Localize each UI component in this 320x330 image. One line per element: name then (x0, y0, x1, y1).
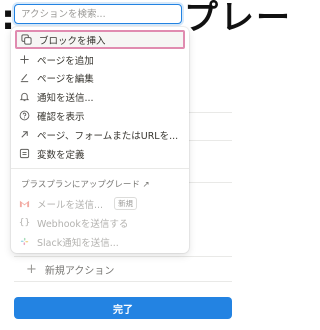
menu-item-label: メールを送信... (37, 199, 104, 211)
menu-item-open-url[interactable]: ページ、フォームまたはURLを... (15, 125, 185, 144)
divider (182, 140, 232, 141)
edit-icon (19, 72, 30, 83)
menu-item-send-webhook: {} Webhookを送信する (15, 213, 185, 232)
bell-icon (19, 91, 30, 102)
new-action-button[interactable]: + 新規アクション (14, 256, 232, 282)
menu-item-insert-block[interactable]: ブロックを挿入 (15, 30, 185, 49)
slack-icon (19, 236, 30, 247)
variable-icon (19, 148, 30, 159)
new-badge: 新規 (114, 197, 138, 210)
menu-item-label: ブロックを挿入 (39, 35, 106, 47)
menu-separator (11, 168, 189, 169)
copy-block-icon (21, 34, 32, 45)
braces-icon: {} (18, 217, 31, 228)
new-action-label: 新規アクション (44, 265, 115, 277)
plus-icon: + (26, 261, 37, 277)
action-menu: ブロックを挿入 ページを追加 ページを編集 通知を送信... 確認を表示 ページ… (11, 27, 189, 253)
menu-item-label: Webhookを送信する (37, 218, 129, 230)
menu-item-send-email: メールを送信... 新規 (15, 194, 185, 213)
upgrade-link[interactable]: プラスプランにアップグレード ↗ (21, 178, 150, 190)
menu-item-edit-page[interactable]: ページを編集 (15, 68, 185, 87)
arrow-up-right-icon (19, 129, 30, 140)
gmail-icon (19, 198, 30, 209)
action-search-input[interactable] (14, 4, 182, 24)
menu-item-label: 確認を表示 (37, 111, 85, 123)
plus-icon (19, 54, 30, 65)
menu-item-send-notification[interactable]: 通知を送信... (15, 87, 185, 106)
divider (182, 112, 232, 113)
menu-item-define-variable[interactable]: 変数を定義 (15, 144, 185, 163)
menu-item-label: ページを追加 (37, 55, 94, 67)
menu-item-label: Slack通知を送信... (37, 237, 119, 249)
menu-item-label: 通知を送信... (37, 92, 94, 104)
done-button[interactable]: 完了 (14, 297, 232, 319)
menu-item-add-page[interactable]: ページを追加 (15, 50, 185, 69)
menu-item-label: 変数を定義 (37, 149, 85, 161)
menu-item-label: ページ、フォームまたはURLを... (37, 130, 179, 142)
question-icon (19, 110, 30, 121)
menu-item-show-confirmation[interactable]: 確認を表示 (15, 106, 185, 125)
divider (182, 182, 232, 183)
menu-item-send-slack: Slack通知を送信... (15, 232, 185, 251)
menu-item-label: ページを編集 (37, 73, 94, 85)
